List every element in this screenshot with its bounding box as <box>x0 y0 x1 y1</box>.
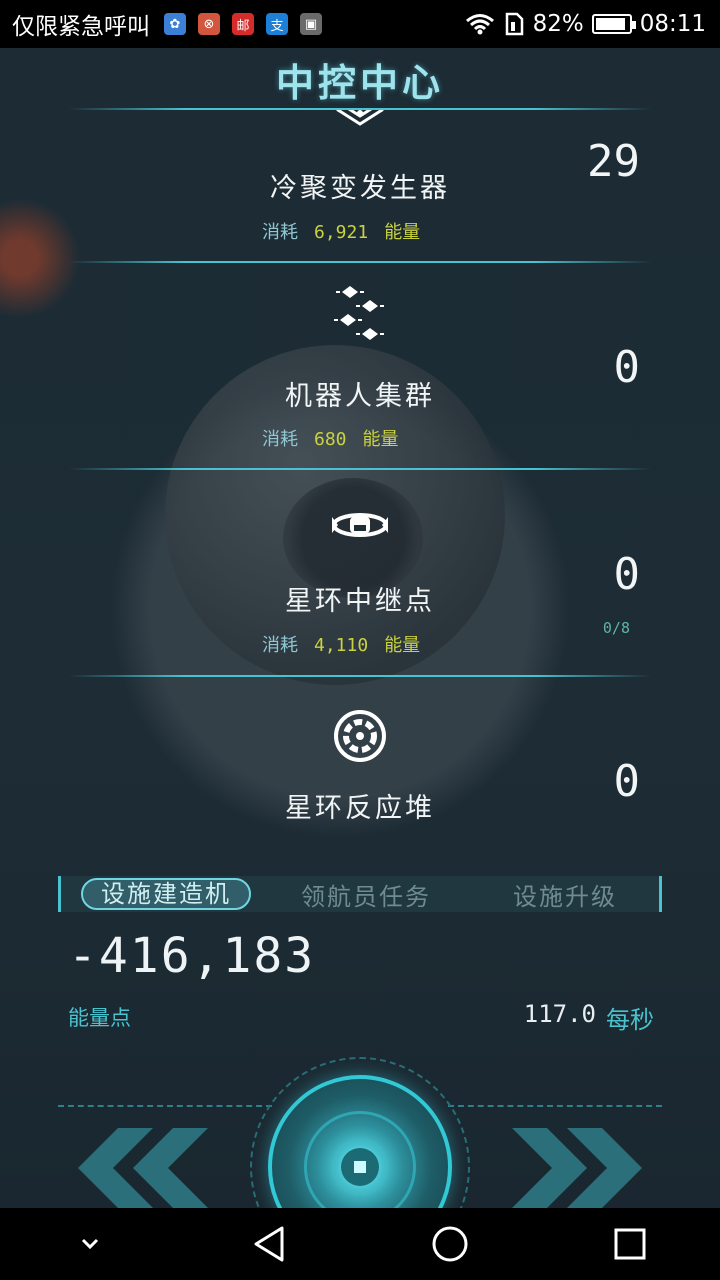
facility-count: 0 <box>613 549 641 600</box>
star-ring-reactor-icon <box>334 710 386 762</box>
dashed-line-left <box>58 1105 272 1107</box>
energy-rate-value: 117.0 <box>523 1000 596 1028</box>
next-arrow-button[interactable] <box>502 1128 652 1208</box>
tab-facility-builder[interactable]: 设施建造机 <box>81 878 251 910</box>
app-mail-icon: 邮 <box>232 13 254 35</box>
cost-value: 680 <box>314 429 347 450</box>
facility-name: 星环反应堆 <box>285 793 435 824</box>
facility-cost: 消耗 4,110 能量 <box>262 631 420 657</box>
chevron-down-icon <box>81 1238 99 1250</box>
app-alipay-icon: 支 <box>266 13 288 35</box>
tab-facility-upgrade[interactable]: 设施升级 <box>513 877 617 912</box>
robot-swarm-icon <box>334 286 384 340</box>
battery-icon <box>591 14 636 34</box>
facility-item[interactable]: 星环中继点 消耗 4,110 能量 0 0/8 <box>0 469 720 676</box>
facility-count: 0 <box>613 342 641 393</box>
previous-arrow-button[interactable] <box>68 1128 218 1208</box>
facility-name: 机器人集群 <box>285 381 435 412</box>
facility-capacity: 0/8 <box>602 619 630 637</box>
cost-unit: 能量 <box>362 429 399 450</box>
nav-recents-button[interactable] <box>600 1214 660 1274</box>
tab-bar: 设施建造机 领航员任务 设施升级 <box>58 876 662 912</box>
status-right: 82% 08:11 <box>465 11 706 37</box>
facility-cost: 消耗 6,921 能量 <box>262 218 420 244</box>
dashed-line-right <box>448 1105 662 1107</box>
back-triangle-icon <box>254 1226 284 1262</box>
facility-count: 29 <box>587 136 640 187</box>
battery-percent: 82% <box>532 11 584 37</box>
tab-navigator-missions[interactable]: 领航员任务 <box>301 877 431 912</box>
facility-cost: 消耗 680 能量 <box>262 425 399 451</box>
dial-center-icon <box>341 1148 379 1186</box>
cold-fusion-icon <box>336 110 384 126</box>
cost-label: 消耗 <box>262 222 298 243</box>
cost-value: 4,110 <box>314 635 369 656</box>
facility-count: 0 <box>613 756 641 807</box>
status-bar: 仅限紧急呼叫 ✿ ⊗ 邮 支 ▣ 82% 08:11 <box>0 0 720 48</box>
cost-unit: 能量 <box>384 222 421 243</box>
energy-points-label: 能量点 <box>68 1006 131 1030</box>
cost-value: 6,921 <box>314 222 369 243</box>
star-ring-relay-icon <box>332 513 388 537</box>
energy-rate: 117.0 每秒 <box>524 1000 654 1035</box>
nav-home-button[interactable] <box>420 1214 480 1274</box>
page-title: 中控中心 <box>275 61 444 105</box>
facility-item[interactable]: 星环反应堆 0 <box>0 676 720 830</box>
facility-item[interactable]: 机器人集群 消耗 680 能量 0 <box>0 262 720 469</box>
energy-points-value: -416,183 <box>68 928 316 984</box>
nav-collapse-button[interactable] <box>60 1214 120 1274</box>
wifi-icon <box>465 14 494 35</box>
app-red-circle-icon: ⊗ <box>198 13 220 35</box>
notification-icons: ✿ ⊗ 邮 支 ▣ <box>164 13 322 35</box>
energy-rate-unit: 每秒 <box>606 1006 654 1034</box>
navigation-bar <box>0 1208 720 1280</box>
sim-icon <box>505 12 523 36</box>
app-gallery-icon: ▣ <box>300 13 322 35</box>
home-circle-icon <box>432 1226 468 1262</box>
facility-name: 星环中继点 <box>285 586 435 617</box>
carrier-text: 仅限紧急呼叫 <box>12 14 150 40</box>
recents-square-icon <box>614 1228 646 1260</box>
clock: 08:11 <box>639 11 706 37</box>
cost-label: 消耗 <box>262 429 298 450</box>
cost-label: 消耗 <box>262 635 298 656</box>
cost-unit: 能量 <box>384 635 421 656</box>
nav-back-button[interactable] <box>240 1214 300 1274</box>
app-blue-icon: ✿ <box>164 13 186 35</box>
facility-list[interactable]: 冷聚变发生器 消耗 6,921 能量 29 机器人集群 消耗 680 能量 0 <box>0 110 720 830</box>
